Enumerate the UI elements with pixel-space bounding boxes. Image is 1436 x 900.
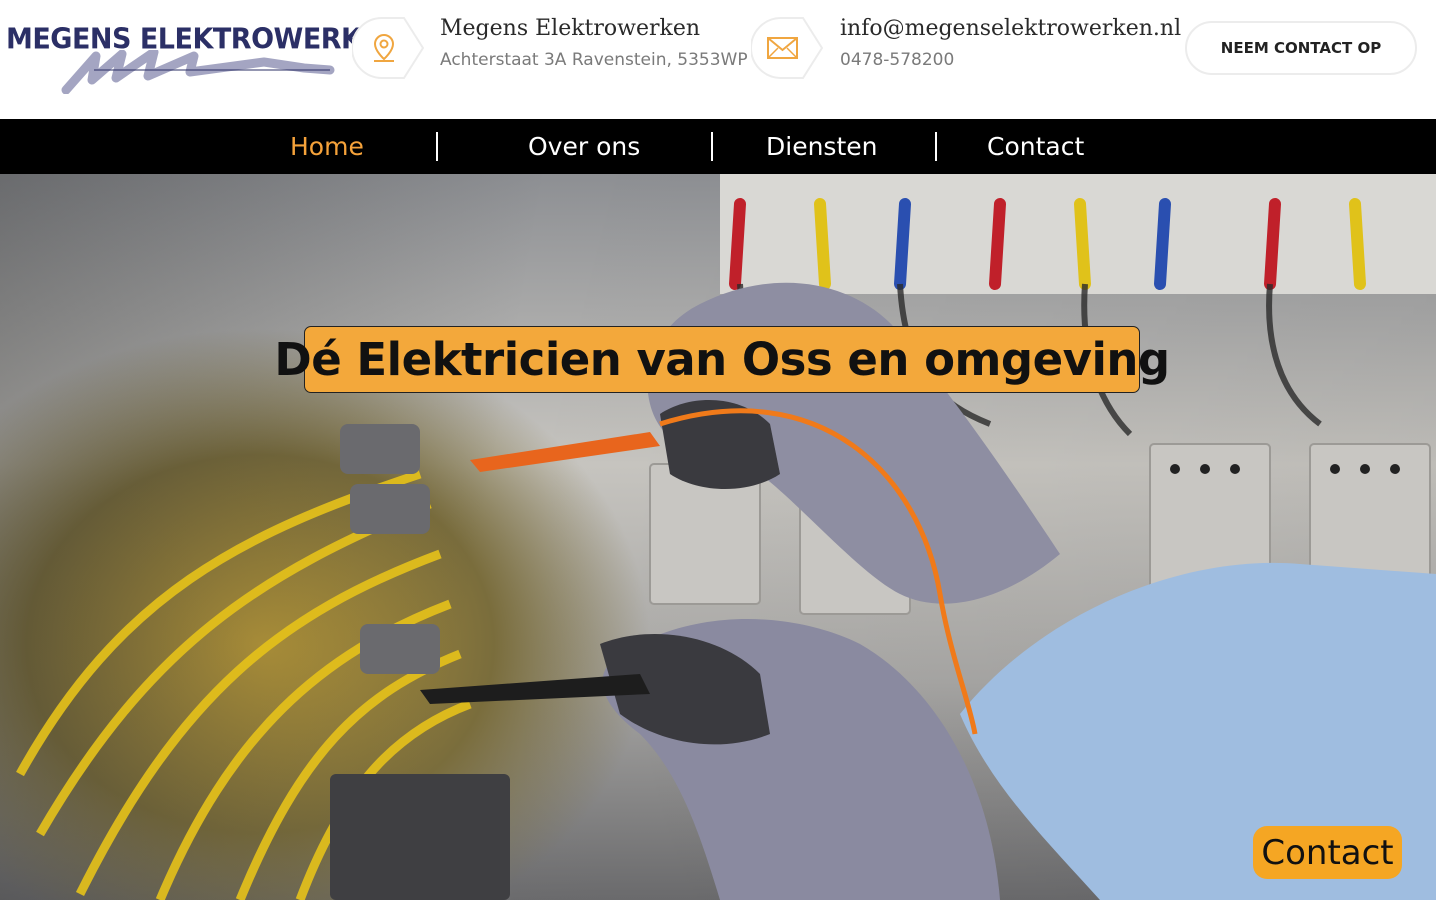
envelope-icon xyxy=(751,17,823,79)
nav-item-diensten[interactable]: Diensten xyxy=(766,119,877,174)
nav-item-over-ons[interactable]: Over ons xyxy=(528,119,640,174)
phone-number[interactable]: 0478-578200 xyxy=(840,50,954,70)
logo-scribble-graphic xyxy=(61,50,335,94)
hero-photo-illustration xyxy=(16,174,1436,900)
hero-headline: Dé Elektricien van Oss en omgeving xyxy=(274,326,1170,393)
nav-divider xyxy=(935,132,937,161)
nav-item-contact[interactable]: Contact xyxy=(987,119,1084,174)
nav-divider xyxy=(436,132,438,161)
email-link[interactable]: info@megenselektrowerken.nl xyxy=(840,16,1181,41)
site-header: MEGENS ELEKTROWERKEN Megens Elektrowerke… xyxy=(0,0,1436,118)
logo[interactable]: MEGENS ELEKTROWERKEN xyxy=(4,16,402,94)
nav-divider xyxy=(711,132,713,161)
floating-contact-button[interactable]: Contact xyxy=(1253,826,1402,879)
hero-image: Dé Elektricien van Oss en omgeving xyxy=(0,174,1436,900)
main-nav: Home Over ons Diensten Contact xyxy=(0,119,1436,174)
logo-text: MEGENS ELEKTROWERKEN xyxy=(6,23,402,56)
company-name: Megens Elektrowerken xyxy=(440,16,701,41)
contact-cta-button[interactable]: NEEM CONTACT OP xyxy=(1185,21,1417,75)
company-address: Achterstaat 3A Ravenstein, 5353WP xyxy=(440,50,748,70)
nav-item-home[interactable]: Home xyxy=(290,119,364,174)
location-pin-icon xyxy=(352,17,424,79)
